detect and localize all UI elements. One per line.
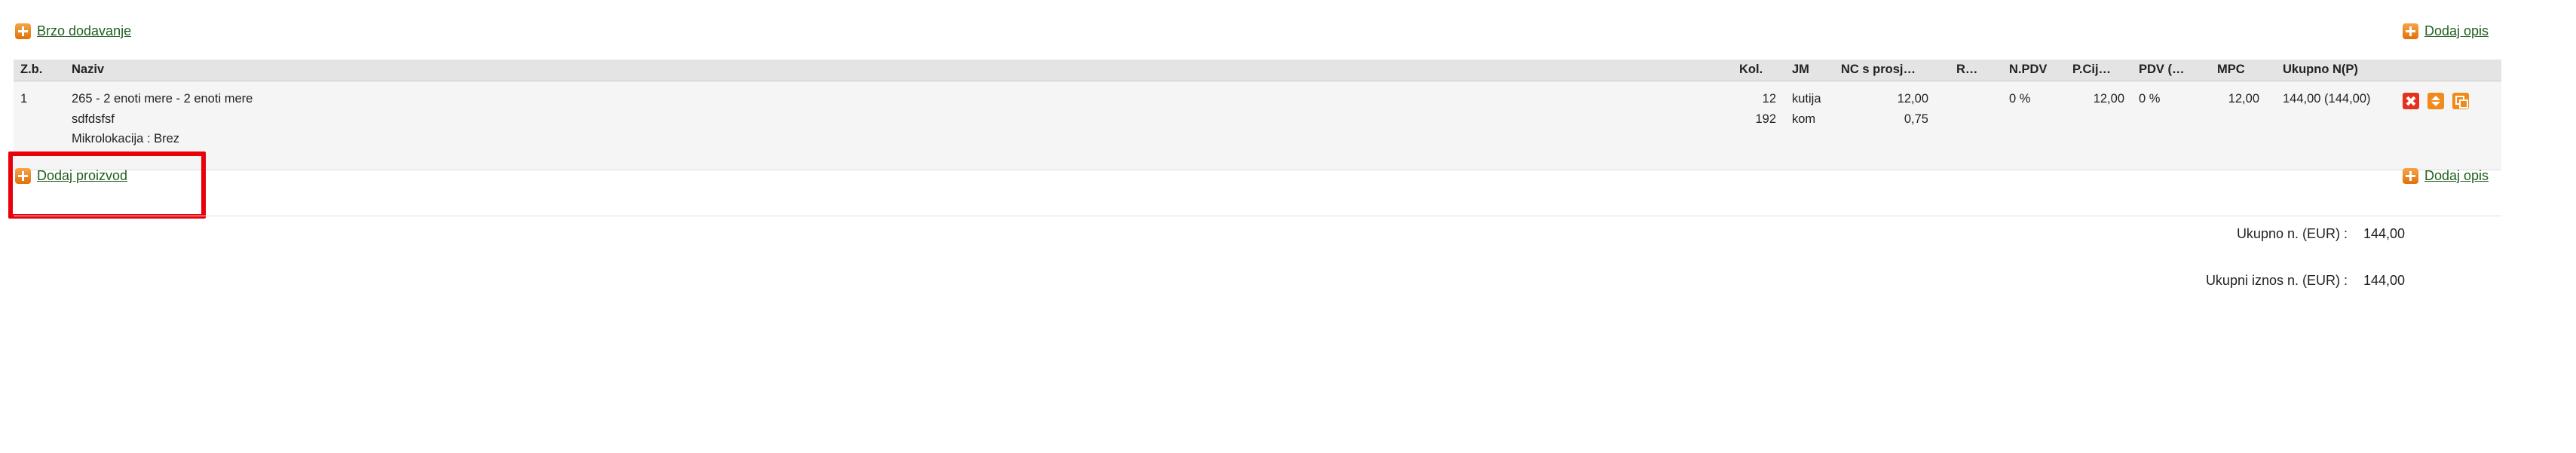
delete-icon[interactable] [2403, 93, 2419, 109]
total-net-label: Ukupno n. (EUR) : [2236, 226, 2348, 241]
copy-icon[interactable] [2452, 93, 2469, 109]
add-plus-icon [15, 23, 31, 39]
add-description-label[interactable]: Dodaj opis [2424, 23, 2489, 39]
col-header-nc[interactable]: NC s prosj… [1841, 63, 1916, 77]
cell-pcij: 12,00 [2093, 92, 2124, 106]
col-header-jm[interactable]: JM [1792, 63, 1809, 77]
update-arrows-icon[interactable] [2427, 93, 2444, 109]
cell-ukupno: 144,00 (144,00) [2283, 92, 2371, 106]
quick-add-label[interactable]: Brzo dodavanje [37, 23, 131, 39]
col-header-naziv[interactable]: Naziv [72, 63, 104, 77]
cell-naziv-title: 265 - 2 enoti mere - 2 enoti mere [72, 92, 253, 106]
add-description-link-top[interactable]: Dodaj opis [2403, 23, 2489, 39]
cell-npdv: 0 % [2009, 92, 2031, 106]
cell-pdv: 0 % [2139, 92, 2161, 106]
highlight-box [8, 152, 206, 219]
cell-nc-2: 0,75 [1904, 112, 1928, 126]
col-header-ukupno[interactable]: Ukupno N(P) [2283, 63, 2358, 77]
add-description-label[interactable]: Dodaj opis [2424, 168, 2489, 184]
col-header-pcij[interactable]: P.Cij… [2072, 63, 2111, 77]
add-plus-icon [2403, 168, 2418, 184]
total-amount-value: 144,00 [2363, 273, 2405, 288]
col-header-kol[interactable]: Kol. [1739, 63, 1763, 77]
cell-jm-1: kutija [1792, 92, 1821, 106]
items-table: Z.b. Naziv Kol. JM NC s prosj… R… N.PDV … [14, 60, 2501, 170]
col-header-npdv[interactable]: N.PDV [2009, 63, 2047, 77]
cell-naziv-desc: sdfdsfsf [72, 112, 115, 126]
total-amount-label: Ukupni iznos n. (EUR) : [2205, 273, 2348, 288]
quick-add-link[interactable]: Brzo dodavanje [15, 23, 131, 39]
cell-jm-2: kom [1792, 112, 1816, 126]
cell-zb: 1 [20, 92, 28, 106]
col-header-r[interactable]: R… [1956, 63, 1977, 77]
cell-kol-1: 12 [1762, 92, 1776, 106]
cell-mpc: 12,00 [2228, 92, 2259, 106]
cell-kol-2: 192 [1755, 112, 1776, 126]
add-plus-icon [2403, 23, 2418, 39]
cell-nc-1: 12,00 [1897, 92, 1928, 106]
col-header-mpc[interactable]: MPC [2217, 63, 2245, 77]
add-description-link-bottom[interactable]: Dodaj opis [2403, 168, 2489, 184]
total-net-value: 144,00 [2363, 226, 2405, 241]
cell-mikrolokacija: Mikrolokacija : Brez [72, 132, 180, 145]
col-header-zb[interactable]: Z.b. [20, 63, 42, 77]
table-header: Z.b. Naziv Kol. JM NC s prosj… R… N.PDV … [14, 60, 2501, 81]
table-row[interactable]: 1 265 - 2 enoti mere - 2 enoti mere sdfd… [14, 81, 2501, 170]
col-header-pdv[interactable]: PDV (… [2139, 63, 2185, 77]
